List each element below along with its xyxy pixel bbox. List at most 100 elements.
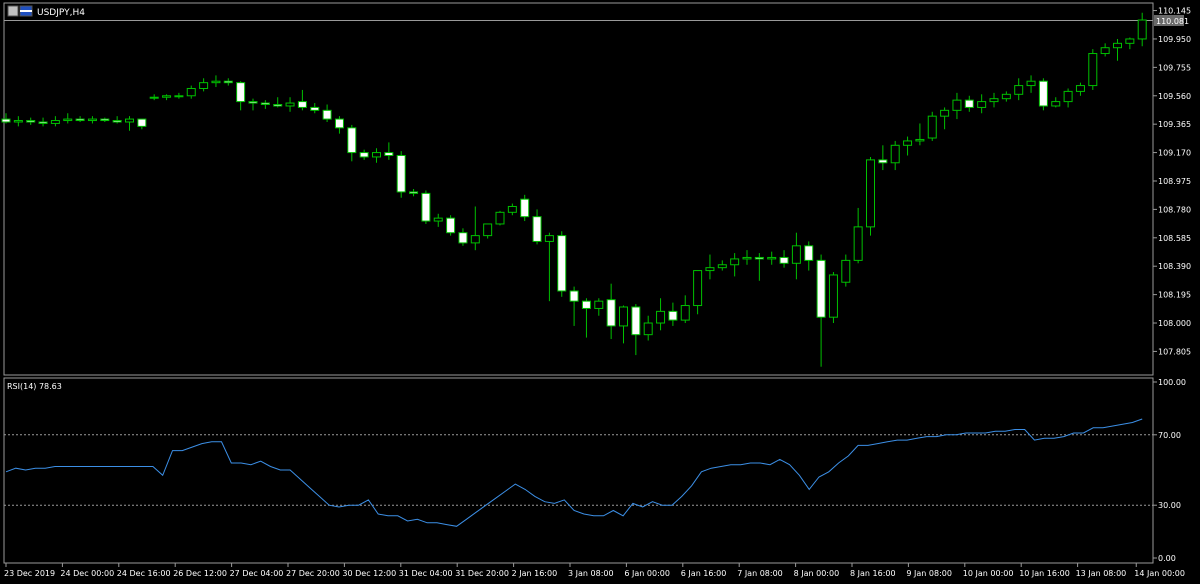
candle-bull — [915, 138, 925, 142]
candle-bull — [594, 300, 604, 309]
candle-bull — [1113, 42, 1122, 49]
time-tick-label: 24 Dec 16:00 — [117, 569, 171, 578]
time-tick-label: 6 Jan 00:00 — [624, 569, 670, 578]
candle-bull — [940, 109, 950, 117]
candle-bull — [1100, 47, 1110, 55]
candle-bear — [816, 259, 826, 318]
time-tick-label: 2 Jan 16:00 — [512, 569, 558, 578]
candle-bear — [223, 80, 233, 84]
time-tick-label: 3 Jan 08:00 — [568, 569, 614, 578]
candle-bull — [1137, 19, 1147, 40]
time-tick-label: 6 Jan 16:00 — [681, 569, 727, 578]
candle-bear — [384, 152, 394, 156]
price-tick-label: 108.975 — [1158, 177, 1191, 186]
candle-bear — [100, 118, 110, 122]
window-title[interactable]: USDJPY,H4 — [7, 5, 85, 18]
time-tick-label: 14 Jan 00:00 — [1134, 569, 1185, 578]
candle-bear — [248, 101, 258, 104]
price-tick-label: 108.195 — [1158, 291, 1191, 300]
time-tick-label: 7 Jan 08:00 — [737, 569, 783, 578]
candle-bull — [125, 118, 134, 123]
price-axis[interactable]: 110.145 109.950 109.755 109.560 109.365 109.1… — [1153, 7, 1191, 357]
rsi-tick-label: 100.00 — [1158, 378, 1186, 387]
candle-bull — [853, 226, 863, 261]
price-tick-label: 109.755 — [1158, 63, 1191, 72]
time-axis[interactable]: 23 Dec 2019 24 Dec 00:00 24 Dec 16:00 26 De… — [4, 563, 1185, 578]
candle-bear — [458, 232, 468, 244]
candle-bear — [779, 256, 789, 264]
price-tick-label: 109.170 — [1158, 149, 1191, 158]
candle-bull — [927, 115, 937, 139]
candle-bull — [50, 120, 60, 124]
candle-bull — [952, 99, 962, 111]
candle-bear — [359, 152, 369, 158]
candle-bull — [890, 144, 900, 164]
current-price-label: 110.081 — [1156, 17, 1189, 26]
candle-bear — [137, 118, 147, 127]
candle-bear — [297, 101, 307, 108]
candle-bull — [1026, 80, 1036, 87]
candle-bear — [569, 290, 579, 302]
candle-bull — [211, 80, 221, 84]
candle-bear — [396, 154, 406, 193]
candle-bull — [87, 118, 97, 122]
price-tick-label: 110.145 — [1158, 7, 1191, 16]
candle-bear — [631, 306, 641, 336]
candle-bull — [742, 256, 752, 260]
time-tick-label: 9 Jan 08:00 — [906, 569, 952, 578]
time-tick-label: 27 Dec 04:00 — [230, 569, 284, 578]
current-price-tag: 110.081 — [1154, 15, 1189, 26]
candle-bull — [149, 96, 159, 99]
candle-bull — [680, 305, 690, 321]
candle-bear — [1, 118, 11, 123]
candle-bear — [668, 310, 678, 321]
candle-bear — [273, 104, 283, 107]
candle-bear — [964, 99, 974, 108]
rsi-label: RSI(14) 78.63 — [7, 382, 62, 391]
candle-bull — [544, 235, 554, 242]
candle-bull — [1088, 53, 1098, 87]
candle-bear — [532, 216, 542, 242]
candle-bull — [507, 205, 517, 213]
candle-bear — [409, 191, 419, 194]
candle-bear — [557, 235, 567, 292]
rsi-frame — [3, 377, 1154, 564]
candle-bull — [1075, 85, 1085, 92]
candle-bull — [619, 306, 628, 327]
rsi-tick-label: 70.00 — [1158, 431, 1181, 440]
price-tick-label: 109.560 — [1158, 92, 1191, 101]
price-tick-label: 107.805 — [1158, 347, 1191, 356]
candle-bull — [693, 270, 703, 307]
price-chart-frame — [3, 2, 1154, 376]
price-tick-label: 109.950 — [1158, 35, 1191, 44]
candle-bull — [470, 235, 480, 244]
candle-bear — [804, 245, 814, 261]
candle-bull — [13, 120, 23, 123]
candle-bull — [433, 217, 443, 222]
candle-bear — [421, 192, 431, 222]
time-tick-label: 30 Dec 12:00 — [342, 569, 396, 578]
candle-bull — [483, 223, 493, 237]
candle-bear — [878, 159, 888, 164]
time-tick-label: 8 Jan 16:00 — [850, 569, 896, 578]
candle-bear — [26, 120, 36, 123]
candle-bull — [643, 322, 653, 336]
candle-bear — [520, 198, 530, 218]
candle-bear — [310, 106, 320, 111]
time-tick-label: 31 Dec 04:00 — [399, 569, 453, 578]
candle-bull — [1125, 38, 1135, 44]
symbol-title: USDJPY,H4 — [37, 8, 85, 18]
candle-bull — [1014, 85, 1024, 95]
candle-bull — [977, 101, 987, 108]
trading-chart[interactable]: USDJPY,H4 110.145 109.950 109.755 109.560 10… — [0, 0, 1200, 584]
candle-bull — [63, 118, 73, 122]
candle-bull — [705, 267, 715, 272]
candle-bull — [372, 152, 381, 158]
candle-bear — [1038, 80, 1048, 107]
candle-bull — [199, 82, 209, 89]
rsi-tick-label: 0.00 — [1158, 554, 1176, 563]
candle-bull — [841, 259, 851, 283]
time-tick-label: 27 Dec 20:00 — [286, 569, 340, 578]
time-tick-label: 31 Dec 20:00 — [455, 569, 509, 578]
candle-bull — [495, 211, 505, 225]
